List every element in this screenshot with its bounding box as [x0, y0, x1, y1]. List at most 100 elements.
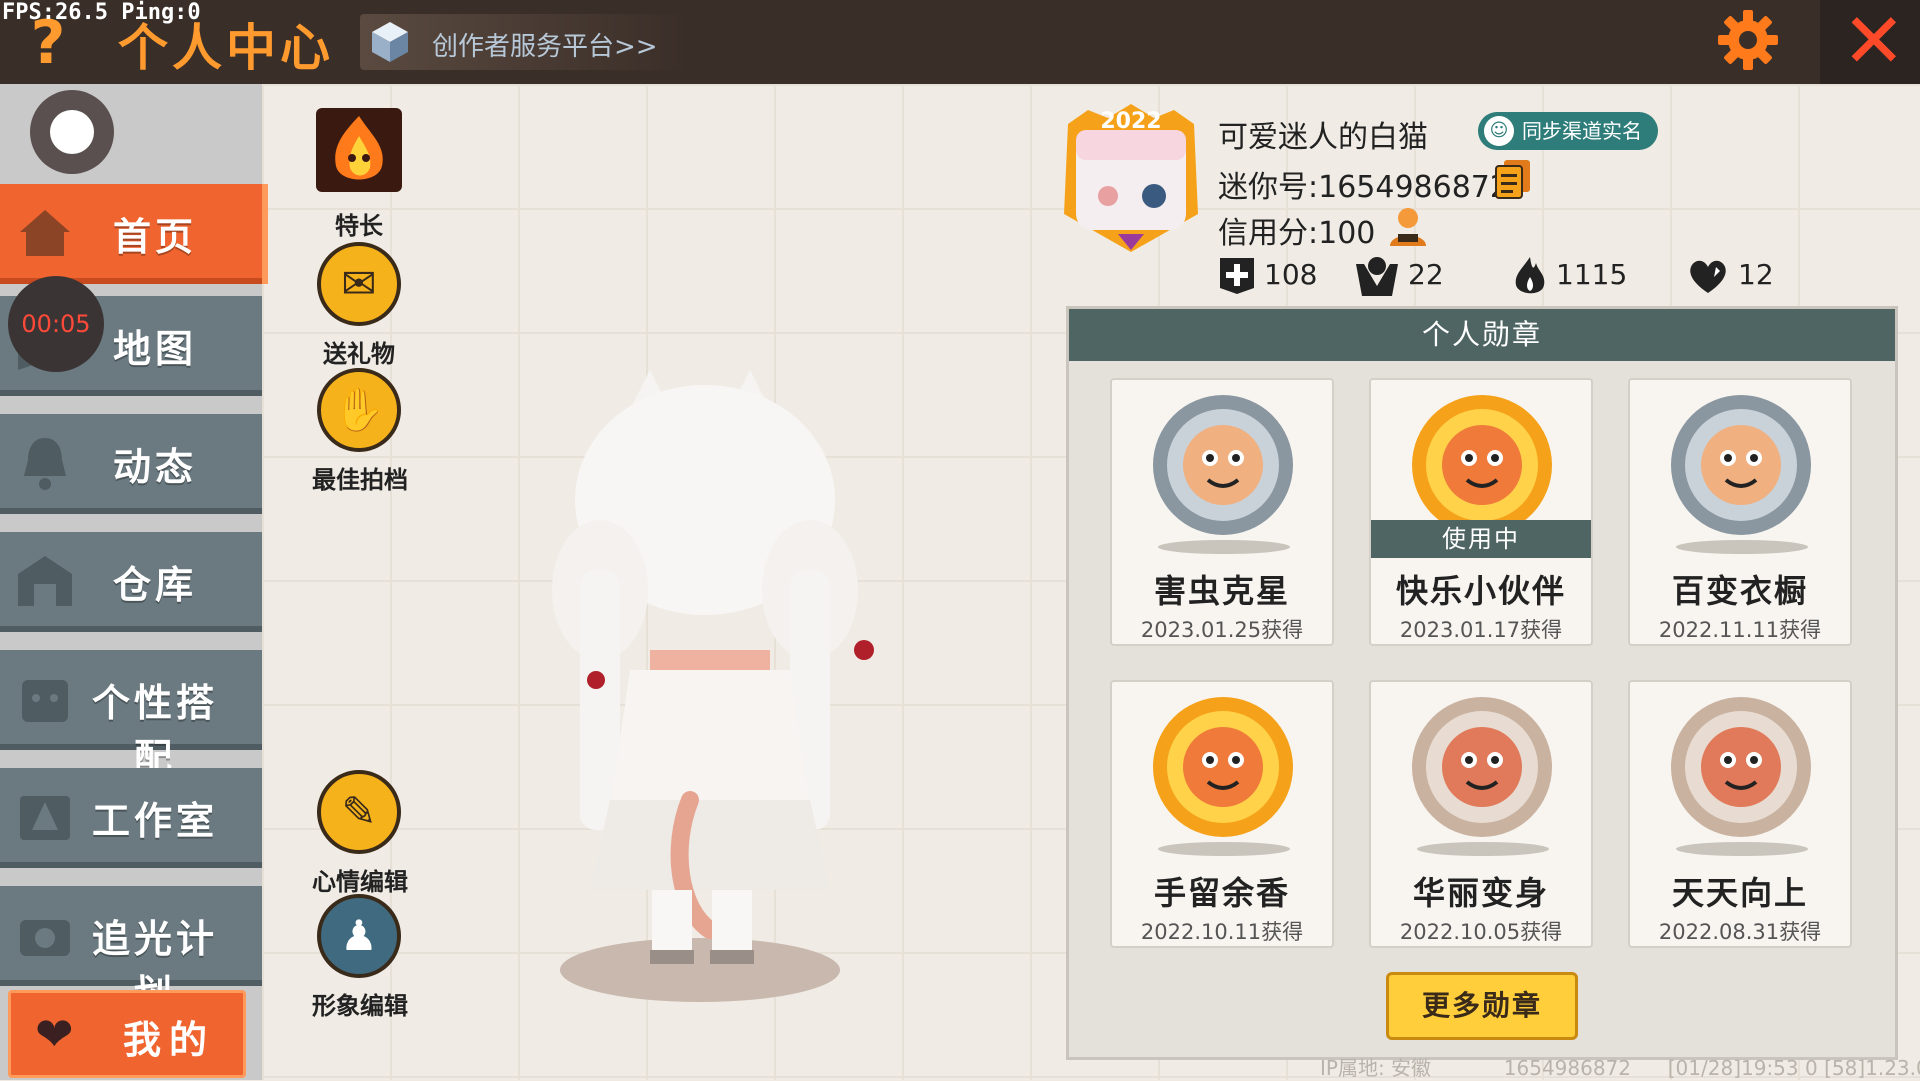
- sidebar-item-label: 个性搭配: [91, 681, 218, 780]
- medal-name: 害虫克星: [1153, 572, 1290, 610]
- record-button[interactable]: [30, 90, 114, 174]
- medal-date: 2022.10.11获得: [1140, 920, 1304, 944]
- medal-name: 手留余香: [1153, 874, 1290, 912]
- footer-info: IP属地: 安徽 1654986872 [01/28]19:53 0 [58]1…: [1320, 1052, 1920, 1081]
- medal-name: 华丽变身: [1412, 874, 1549, 912]
- profile-stats: 108 22 1115 12: [1218, 252, 1858, 298]
- mine-label: 我的: [123, 1018, 216, 1062]
- medal-name: 快乐小伙伴: [1395, 572, 1566, 610]
- medal-card[interactable]: 手留余香 2022.10.11获得: [1110, 680, 1334, 948]
- profile-card: 2022 可爱迷人的白猫 ☺ 同步渠道实名 迷你号:1654986872 信用分…: [1058, 104, 1898, 304]
- mood-edit-label: 心情编辑: [312, 868, 408, 896]
- friends-stat[interactable]: 108: [1218, 252, 1317, 298]
- sync-realname-button[interactable]: ☺ 同步渠道实名: [1478, 112, 1658, 150]
- medal-shadow: [1158, 540, 1290, 554]
- likes-count: 12: [1738, 258, 1774, 291]
- popularity-count: 1115: [1556, 258, 1628, 291]
- sidebar-item-warehouse[interactable]: 仓库: [0, 532, 262, 632]
- close-button[interactable]: ✕: [1820, 0, 1920, 85]
- creator-platform-link[interactable]: 创作者服务平台>>: [360, 14, 690, 70]
- handshake-icon: ✋: [317, 368, 401, 452]
- user-verify-icon: ☺: [1484, 116, 1514, 146]
- medal-panel-title: 个人勋章: [1069, 309, 1895, 361]
- top-bar: ? 个人中心 创作者服务平台>> ✕: [0, 0, 1920, 85]
- mini-id: 迷你号:1654986872: [1218, 170, 1509, 205]
- specialty-button[interactable]: 特长: [312, 106, 406, 241]
- fire-character-icon: [316, 108, 402, 192]
- edit-icon: ✎: [317, 770, 401, 854]
- medal-name: 百变衣橱: [1671, 572, 1808, 610]
- player-character[interactable]: [540, 370, 920, 1010]
- gift-icon: ✉: [317, 242, 401, 326]
- medal-date: 2023.01.17获得: [1399, 618, 1563, 642]
- likes-stat: 12: [1686, 252, 1774, 298]
- ip-location: IP属地: 安徽: [1320, 1056, 1432, 1080]
- gift-label: 送礼物: [323, 340, 395, 368]
- avatar-edit-label: 形象编辑: [312, 992, 408, 1020]
- avatar[interactable]: 2022: [1058, 104, 1204, 254]
- medal-icon: [1153, 697, 1293, 837]
- medal-card[interactable]: 使用中快乐小伙伴 2023.01.17获得: [1369, 378, 1593, 646]
- sidebar-item-spotlight[interactable]: 追光计划: [0, 886, 262, 1016]
- medal-date: 2023.01.25获得: [1140, 618, 1304, 642]
- add-friend-icon: [1220, 258, 1254, 294]
- medal-card[interactable]: 天天向上 2022.08.31获得: [1628, 680, 1852, 948]
- medal-date: 2022.08.31获得: [1658, 920, 1822, 944]
- medal-icon: [1412, 395, 1552, 535]
- sidebar-item-label: 动态: [112, 445, 197, 489]
- person-icon[interactable]: [1386, 204, 1430, 248]
- best-partner-button[interactable]: ✋ 最佳拍档: [312, 368, 408, 495]
- medal-shadow: [1158, 842, 1290, 856]
- popularity-stat: 1115: [1512, 252, 1627, 298]
- medal-card[interactable]: 百变衣橱 2022.11.11获得: [1628, 378, 1852, 646]
- mine-button[interactable]: ❤ 我的: [8, 990, 246, 1078]
- in-use-badge: 使用中: [1371, 520, 1591, 558]
- medal-icon: [1153, 395, 1293, 535]
- camera-icon: [20, 920, 70, 956]
- medal-icon: [1671, 697, 1811, 837]
- specialty-label: 特长: [335, 212, 383, 240]
- medal-card[interactable]: 华丽变身 2022.10.05获得: [1369, 680, 1593, 948]
- shirt-icon: ♟: [317, 894, 401, 978]
- outfit-icon: [22, 680, 68, 722]
- nickname: 可爱迷人的白猫: [1218, 120, 1428, 155]
- mood-edit-button[interactable]: ✎ 心情编辑: [312, 770, 408, 897]
- heart-icon: ❤: [35, 1007, 74, 1061]
- avatar-edit-button[interactable]: ♟ 形象编辑: [312, 894, 408, 1021]
- footer-meta: [01/28]19:53 0 [58]1.23.0: [1667, 1056, 1920, 1080]
- cube-icon: [372, 22, 408, 62]
- warehouse-icon: [18, 556, 72, 606]
- home-icon: [20, 210, 70, 256]
- medal-date: 2022.11.11获得: [1658, 618, 1822, 642]
- studio-icon: [20, 796, 70, 840]
- credit-score: 信用分:100: [1218, 216, 1376, 251]
- heart-icon: [1690, 260, 1726, 293]
- medal-icon: [1671, 395, 1811, 535]
- fans-count: 22: [1408, 258, 1444, 291]
- recording-timer[interactable]: 00:05: [8, 276, 104, 372]
- fans-stat[interactable]: 22: [1354, 252, 1444, 298]
- bell-icon: [24, 438, 66, 490]
- sidebar-item-label: 仓库: [112, 563, 197, 607]
- friends-count: 108: [1264, 258, 1318, 291]
- gift-button[interactable]: ✉ 送礼物: [312, 242, 406, 369]
- creator-platform-label: 创作者服务平台>>: [432, 32, 658, 62]
- gear-icon[interactable]: [1716, 8, 1780, 72]
- sidebar-item-feed[interactable]: 动态: [0, 414, 262, 514]
- sidebar-item-studio[interactable]: 工作室: [0, 768, 262, 868]
- avatar-frame-badge: 2022: [1100, 109, 1161, 134]
- copy-icon[interactable]: [1494, 158, 1532, 200]
- fans-icon: [1356, 257, 1398, 296]
- sidebar-item-home[interactable]: 首页: [0, 184, 268, 284]
- sidebar-item-label: 首页: [112, 215, 197, 259]
- fps-counter: FPS:26.5 Ping:0: [2, 0, 201, 25]
- medal-shadow: [1676, 842, 1808, 856]
- medal-shadow: [1417, 842, 1549, 856]
- sidebar-item-outfit[interactable]: 个性搭配: [0, 650, 262, 780]
- medal-shadow: [1676, 540, 1808, 554]
- close-icon: ✕: [1842, 0, 1906, 85]
- medal-icon: [1412, 697, 1552, 837]
- medal-card[interactable]: 害虫克星 2023.01.25获得: [1110, 378, 1334, 646]
- more-medals-button[interactable]: 更多勋章: [1386, 972, 1578, 1040]
- footer-id: 1654986872: [1503, 1056, 1632, 1080]
